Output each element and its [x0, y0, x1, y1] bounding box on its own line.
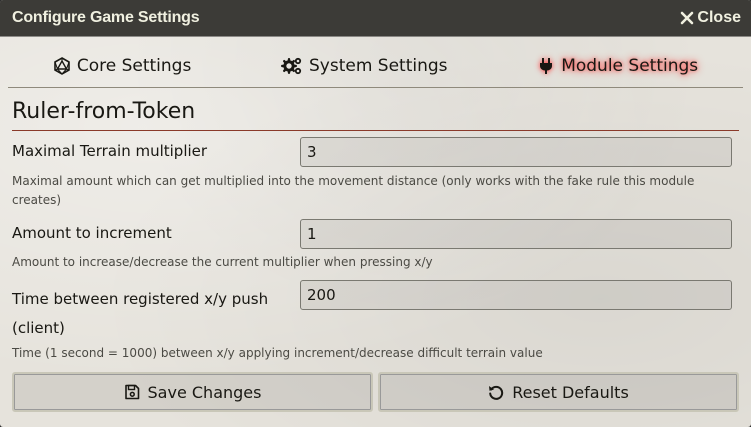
- cogs-icon: [280, 57, 302, 74]
- undo-icon: [489, 385, 504, 400]
- module-section-title: Ruler-from-Token: [12, 97, 739, 131]
- setting-hint-time-between-push: Time (1 second = 1000) between x/y apply…: [12, 346, 543, 360]
- setting-label-max-terrain-multiplier: Maximal Terrain multiplier: [12, 142, 208, 160]
- tab-system-settings-label: System Settings: [308, 55, 448, 76]
- tab-module-settings[interactable]: Module Settings: [529, 52, 706, 80]
- save-icon: [124, 384, 139, 400]
- save-changes-button[interactable]: Save Changes: [12, 372, 373, 412]
- tab-core-settings-label: Core Settings: [76, 55, 192, 76]
- time-between-push-input[interactable]: 200: [300, 280, 732, 310]
- d20-icon: [54, 56, 70, 75]
- reset-defaults-button[interactable]: Reset Defaults: [378, 372, 739, 412]
- window-titlebar[interactable]: Configure Game Settings Close: [0, 0, 751, 36]
- plug-icon: [540, 57, 553, 74]
- window-title: Configure Game Settings: [12, 9, 200, 26]
- close-label: Close: [697, 9, 741, 26]
- settings-window: Configure Game Settings Close Core Setti…: [0, 0, 751, 427]
- settings-tabs: Core Settings System Settings Module Set…: [8, 44, 743, 88]
- setting-hint-amount-to-increment: Amount to increase/decrease the current …: [12, 255, 433, 269]
- setting-label-time-between-push: Time between registered x/y push (client…: [12, 290, 269, 337]
- tab-module-settings-label: Module Settings: [561, 55, 699, 76]
- close-button[interactable]: Close: [680, 9, 741, 27]
- tab-core-settings[interactable]: Core Settings: [45, 52, 199, 80]
- tab-system-settings[interactable]: System Settings: [273, 52, 456, 80]
- close-icon: [681, 11, 694, 25]
- amount-to-increment-input[interactable]: 1: [300, 219, 732, 249]
- setting-hint-max-terrain-multiplier: Maximal amount which can get multiplied …: [12, 174, 695, 207]
- save-changes-label: Save Changes: [147, 382, 262, 402]
- reset-defaults-label: Reset Defaults: [512, 382, 629, 402]
- max-terrain-multiplier-input[interactable]: 3: [300, 137, 732, 167]
- setting-label-amount-to-increment: Amount to increment: [12, 224, 172, 242]
